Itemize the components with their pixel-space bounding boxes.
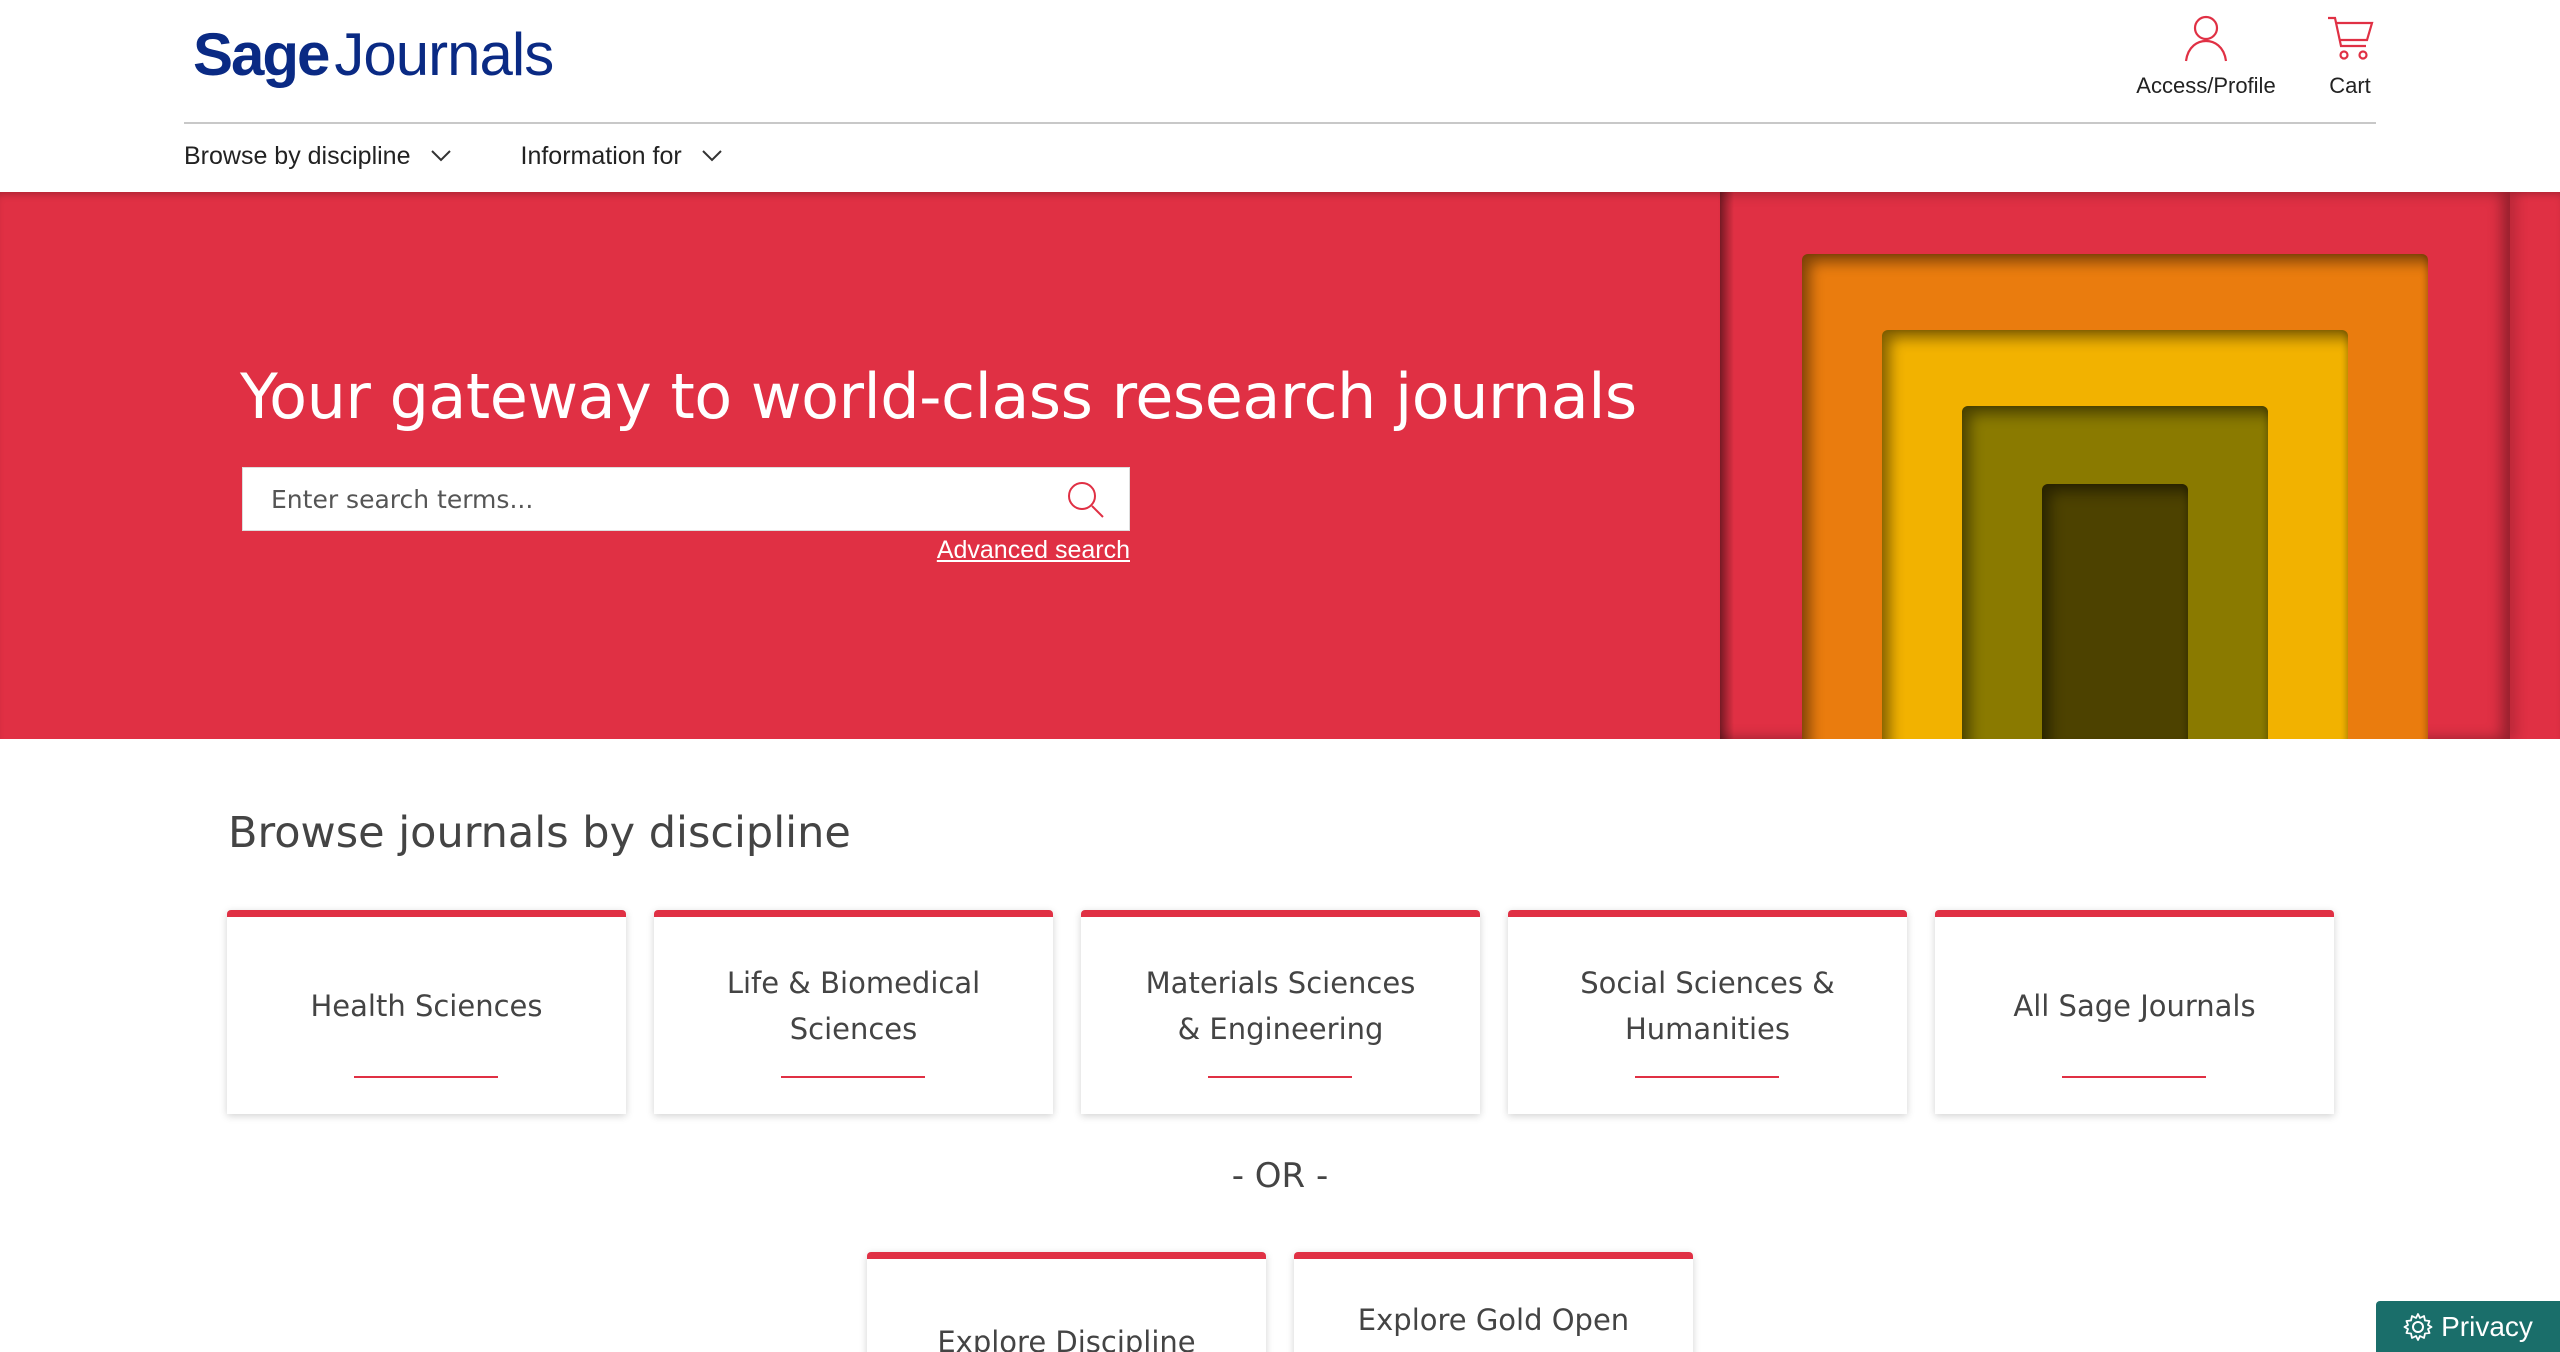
card-underline <box>781 1076 925 1078</box>
logo-sage-text: Sage <box>193 21 330 88</box>
nav-information-for[interactable]: Information for <box>521 142 722 171</box>
cart-label: Cart <box>2329 73 2371 98</box>
discipline-card-health-sciences[interactable]: Health Sciences <box>227 910 626 1114</box>
card-underline <box>1635 1076 1779 1078</box>
card-label: Explore Discipline Hubs <box>937 1325 1196 1352</box>
logo-journals-text: Journals <box>334 21 554 88</box>
explore-cards: Explore Discipline Hubs Explore Gold Ope… <box>867 1252 1693 1352</box>
sage-journals-logo[interactable]: Sage Journals <box>193 20 554 92</box>
card-underline <box>1208 1076 1352 1078</box>
explore-gold-open-card[interactable]: Explore Gold Open <box>1294 1252 1693 1352</box>
access-profile-label: Access/Profile <box>2136 73 2276 98</box>
nav-item-label: Browse by discipline <box>184 141 411 170</box>
gear-icon <box>2403 1312 2433 1341</box>
chevron-down-icon <box>701 150 722 162</box>
advanced-search-link[interactable]: Advanced search <box>932 536 1130 565</box>
search-box <box>242 467 1130 531</box>
discipline-card-all-sage-journals[interactable]: All Sage Journals <box>1935 910 2334 1114</box>
browse-section-title: Browse journals by discipline <box>228 808 851 858</box>
card-underline <box>354 1076 498 1078</box>
discipline-card-materials-engineering[interactable]: Materials Sciences & Engineering <box>1081 910 1480 1114</box>
search-icon[interactable] <box>1055 469 1115 529</box>
explore-discipline-hubs-card[interactable]: Explore Discipline Hubs <box>867 1252 1266 1352</box>
access-profile-button[interactable]: Access/Profile <box>2136 14 2276 99</box>
site-header: Sage Journals Access/Profile Cart Browse… <box>0 0 2560 192</box>
card-label: Explore Gold Open <box>1357 1303 1630 1337</box>
main-nav: Browse by discipline Information for <box>184 136 792 176</box>
cart-button[interactable]: Cart <box>2320 14 2380 99</box>
nav-item-label: Information for <box>520 141 682 170</box>
hero-title: Your gateway to world-class research jou… <box>240 360 1637 433</box>
card-label: Health Sciences <box>310 988 543 1023</box>
card-label: Life & Biomedical Sciences <box>726 965 981 1046</box>
discipline-card-social-humanities[interactable]: Social Sciences & Humanities <box>1508 910 1907 1114</box>
privacy-button[interactable]: Privacy <box>2376 1301 2560 1352</box>
cart-icon <box>2326 14 2374 67</box>
card-underline <box>2062 1076 2206 1078</box>
hero-banner: Your gateway to world-class research jou… <box>0 192 2560 739</box>
nav-browse-by-discipline[interactable]: Browse by discipline <box>184 142 451 171</box>
card-label: Materials Sciences & Engineering <box>1145 965 1416 1046</box>
or-separator: - OR - <box>1231 1156 1329 1196</box>
user-icon <box>2184 14 2228 67</box>
header-divider <box>184 122 2376 124</box>
chevron-down-icon <box>430 150 451 162</box>
search-input[interactable] <box>243 468 1055 530</box>
discipline-card-life-biomedical[interactable]: Life & Biomedical Sciences <box>654 910 1053 1114</box>
discipline-cards: Health Sciences Life & Biomedical Scienc… <box>227 910 2334 1114</box>
nested-frame-dark <box>2042 484 2188 739</box>
privacy-label: Privacy <box>2441 1310 2533 1342</box>
card-label: Social Sciences & Humanities <box>1580 965 1835 1046</box>
hero-illustration <box>1720 192 2510 739</box>
card-label: All Sage Journals <box>2013 988 2256 1023</box>
